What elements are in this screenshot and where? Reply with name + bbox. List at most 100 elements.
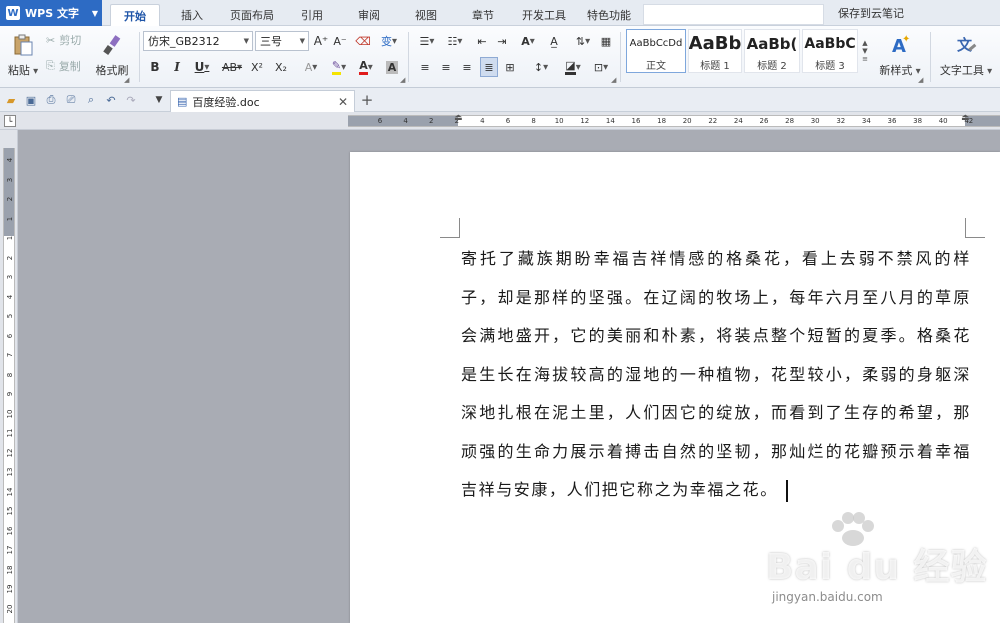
new-style-button[interactable]: A ✦ 新样式 ▾ [876, 30, 924, 82]
customize-toolbar-icon[interactable]: ▼ [152, 93, 166, 107]
sort-button[interactable]: ⇅ ▾ [570, 32, 596, 50]
document-icon: ▤ [177, 95, 188, 108]
change-case-button[interactable]: A ▾ [514, 32, 542, 50]
ruler-tick-label: 4 [403, 117, 408, 125]
numbering-button[interactable]: ☷ ▾ [442, 32, 468, 50]
chevron-down-icon: ▼ [91, 8, 98, 18]
justify-button[interactable]: ≣ [480, 57, 498, 77]
style-heading-3[interactable]: AaBbC 标题 3 [802, 29, 858, 73]
shrink-font-button[interactable]: A⁻ [332, 32, 348, 50]
print-preview-icon[interactable]: ⌕ [84, 93, 98, 107]
save-icon[interactable]: ▣ [24, 93, 38, 107]
paragraph-shading-button[interactable]: ◪ ▾ [560, 58, 586, 76]
tab-view[interactable]: 视图 [403, 4, 449, 26]
decrease-indent-button[interactable]: ⇤ [474, 32, 490, 50]
ruler-tick-label: 14 [6, 487, 14, 496]
tab-home[interactable]: 开始 [110, 4, 160, 27]
styles-launcher-icon[interactable]: ◢ [918, 76, 923, 84]
document-tab[interactable]: ▤ 百度经验.doc ✕ [170, 90, 355, 112]
bullets-button[interactable]: ☰ ▾ [414, 32, 440, 50]
highlight-color-button[interactable]: ✎ ▾ [326, 58, 352, 76]
italic-button[interactable]: I [169, 58, 185, 76]
character-shading-button[interactable]: A [384, 58, 400, 76]
chevron-down-icon: ▾ [204, 61, 210, 73]
indent-marker-icon[interactable]: ⏏ [454, 113, 463, 123]
clipboard-launcher-icon[interactable]: ◢ [124, 76, 129, 84]
indent-icon: ⇥ [497, 34, 507, 48]
font-size-select[interactable]: 三号 ▼ [255, 31, 309, 51]
style-heading-2[interactable]: AaBb( 标题 2 [744, 29, 800, 73]
horizontal-ruler-track[interactable]: 6 4 2 2 4 6 8 10 12 14 16 18 20 22 24 26 28 30 32 34 36 38 40 4… [348, 113, 1000, 127]
strikethrough-label: AB [221, 60, 238, 74]
grow-font-button[interactable]: A⁺ [313, 32, 329, 50]
grow-font-icon: A⁺ [313, 34, 329, 48]
phonetic-guide-icon: 变 [380, 35, 392, 48]
underline-label: U [194, 60, 205, 74]
table-grid-button[interactable]: ▦ [598, 32, 614, 50]
clear-formatting-button[interactable]: ⌫ [354, 32, 372, 50]
tab-chapter[interactable]: 章节 [460, 4, 506, 26]
document-page[interactable]: 寄托了藏族期盼幸福吉祥情感的格桑花，看上去弱不禁风的样子，却是那样的坚强。在辽阔… [350, 152, 1000, 623]
tab-review[interactable]: 审阅 [345, 4, 393, 26]
undo-icon[interactable]: ↶ [104, 93, 118, 107]
ruler-tick-label: 3 [6, 274, 14, 280]
text-tools-button[interactable]: 文 文字工具 ▾ [936, 30, 996, 82]
tab-developer[interactable]: 开发工具 [514, 4, 574, 26]
distributed-button[interactable]: ⊞ [502, 58, 518, 76]
print-icon[interactable]: ⎚ [64, 93, 78, 107]
right-indent-marker-icon[interactable]: ⏏ [961, 113, 970, 123]
strikethrough-button[interactable]: AB ▾ [218, 58, 246, 76]
subscript-button[interactable]: X₂ [272, 58, 290, 76]
underline-button[interactable]: U ▾ [190, 58, 214, 76]
styles-scroll[interactable]: ▲ ▼ ≡ [860, 29, 870, 73]
superscript-button[interactable]: X² [248, 58, 266, 76]
align-center-icon: ≡ [441, 60, 451, 74]
document-body[interactable]: 寄托了藏族期盼幸福吉祥情感的格桑花，看上去弱不禁风的样子，却是那样的坚强。在辽阔… [461, 240, 971, 510]
tab-page-layout[interactable]: 页面布局 [222, 4, 282, 26]
ruler-tick-label: 38 [913, 117, 923, 125]
vertical-ruler-track[interactable]: 4 3 2 1 1 2 3 4 5 6 7 8 9 10 11 12 13 14 15 16 17 18 19 20 [3, 148, 15, 623]
chinese-layout-button[interactable]: A̲ [546, 32, 562, 50]
align-right-button[interactable]: ≡ [459, 58, 475, 76]
tab-insert[interactable]: 插入 [166, 4, 218, 26]
align-center-button[interactable]: ≡ [438, 58, 454, 76]
ruler-tick-label: 5 [6, 313, 14, 319]
document-canvas[interactable]: 寄托了藏族期盼幸福吉祥情感的格桑花，看上去弱不禁风的样子，却是那样的坚强。在辽阔… [18, 130, 1000, 623]
font-name-select[interactable]: 仿宋_GB2312 ▼ [143, 31, 253, 51]
phonetic-guide-button[interactable]: 变 ▾ [376, 32, 402, 50]
save-to-cloud-notes-button[interactable]: 保存到云笔记 [838, 0, 904, 26]
style-heading-1[interactable]: AaBb 标题 1 [688, 29, 742, 73]
paste-button[interactable]: 粘贴 ▾ [6, 30, 40, 82]
text-cursor [785, 479, 788, 502]
style-name: 标题 3 [815, 61, 845, 72]
ruler-tick-label: 1 [6, 216, 14, 221]
export-pdf-icon[interactable]: ⎙ [44, 93, 58, 107]
style-normal[interactable]: AaBbCcDd 正文 [626, 29, 686, 73]
font-launcher-icon[interactable]: ◢ [400, 76, 405, 84]
app-menu-button[interactable]: W WPS 文字 ▼ [0, 0, 102, 26]
align-left-button[interactable]: ≡ [417, 58, 433, 76]
format-painter-button[interactable]: 格式刷 [92, 30, 132, 82]
close-icon[interactable]: ✕ [338, 95, 348, 109]
new-tab-button[interactable]: + [358, 90, 376, 110]
chevron-up-icon: ▲ [862, 39, 868, 47]
line-spacing-button[interactable]: ↕ ▾ [528, 58, 554, 76]
increase-indent-button[interactable]: ⇥ [494, 32, 510, 50]
tab-special-features[interactable]: 特色功能 [580, 4, 638, 26]
copy-button[interactable]: ⎘ 复制 [46, 57, 81, 75]
redo-icon[interactable]: ↷ [124, 93, 138, 107]
ruler-tick-label: 4 [6, 157, 14, 163]
tab-references[interactable]: 引用 [290, 4, 334, 26]
bold-button[interactable]: B [147, 58, 163, 76]
font-color-button[interactable]: A ▾ [354, 58, 378, 76]
borders-button[interactable]: ⊡ ▾ [588, 58, 614, 76]
align-right-icon: ≡ [462, 60, 472, 74]
cut-button[interactable]: ✂ 剪切 [46, 31, 81, 49]
text-effect-button[interactable]: A ▾ [300, 58, 322, 76]
paragraph-launcher-icon[interactable]: ◢ [611, 76, 616, 84]
open-folder-icon[interactable]: ▰ [4, 93, 18, 107]
ruler-tick-label: 6 [377, 117, 383, 125]
distributed-icon: ⊞ [505, 60, 515, 74]
ruler-tick-label: 40 [938, 117, 948, 125]
tab-stop-selector[interactable]: └ [4, 115, 16, 127]
